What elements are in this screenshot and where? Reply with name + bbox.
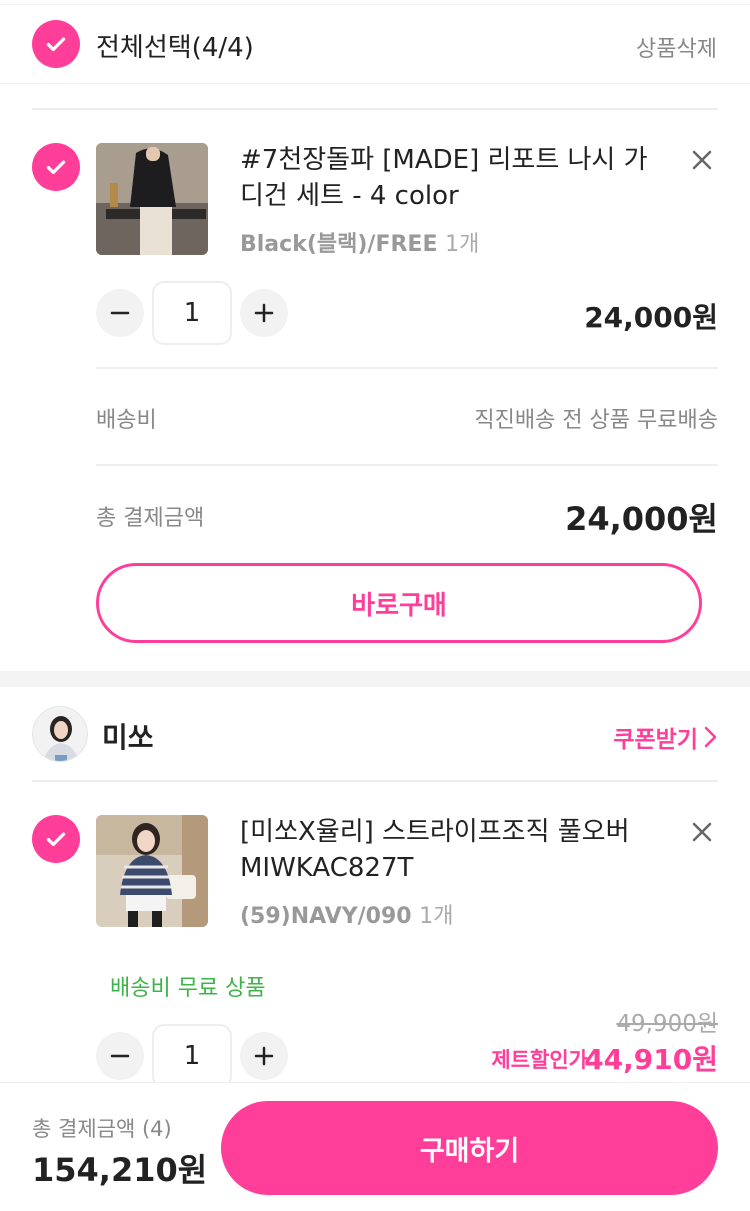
check-icon	[46, 160, 66, 175]
product-photo	[96, 143, 208, 255]
product-thumbnail[interactable]	[96, 143, 208, 255]
quantity-field[interactable]: 1	[152, 1024, 232, 1088]
select-all-bar: 전체선택(4/4) 상품삭제	[0, 4, 750, 84]
check-icon	[46, 37, 66, 52]
quantity-increase-button[interactable]	[240, 1032, 288, 1080]
close-icon[interactable]	[686, 144, 718, 176]
item-checkbox[interactable]	[32, 815, 80, 863]
grand-total-value: 154,210원	[32, 1151, 208, 1189]
close-icon[interactable]	[686, 816, 718, 848]
total-label: 총 결제금액	[96, 506, 205, 531]
option-text: (59)NAVY/090	[240, 904, 412, 929]
total-value: 24,000원	[565, 500, 718, 538]
product-title[interactable]: [미쏘X율리] 스트라이프조직 풀오버 MIWKAC827T	[240, 814, 660, 886]
select-all-checkbox[interactable]	[32, 20, 80, 68]
divider	[96, 367, 718, 369]
section-separator	[0, 671, 750, 687]
divider	[96, 464, 718, 466]
minus-icon	[110, 1054, 130, 1058]
quantity-decrease-button[interactable]	[96, 289, 144, 337]
quantity-field[interactable]: 1	[152, 281, 232, 345]
buy-now-button[interactable]: 바로구매	[96, 563, 702, 643]
option-text: Black(블랙)/FREE	[240, 232, 438, 257]
chevron-right-icon	[704, 726, 717, 748]
quantity-increase-button[interactable]	[240, 289, 288, 337]
coupon-button[interactable]: 쿠폰받기	[613, 720, 718, 754]
discount-price: 44,910원	[584, 1043, 718, 1076]
plus-icon	[254, 1046, 274, 1066]
seller-avatar-image	[33, 707, 87, 761]
product-title[interactable]: #7천장돌파 [MADE] 리포트 나시 가디건 세트 - 4 color	[240, 142, 660, 214]
purchase-button[interactable]: 구매하기	[221, 1101, 718, 1195]
delete-items-button[interactable]: 상품삭제	[636, 31, 717, 63]
product-photo	[96, 815, 208, 927]
shipping-value: 직진배송 전 상품 무료배송	[474, 408, 718, 433]
quantity-decrease-button[interactable]	[96, 1032, 144, 1080]
divider	[32, 108, 718, 110]
product-option: (59)NAVY/090 1개	[240, 898, 454, 930]
product-thumbnail[interactable]	[96, 815, 208, 927]
checkout-bar: 총 결제금액 (4) 154,210원 구매하기	[0, 1082, 750, 1211]
option-count: 1개	[445, 232, 480, 257]
seller-name[interactable]: 미쏘	[102, 716, 154, 756]
plus-icon	[254, 303, 274, 323]
item-price: 24,000원	[584, 301, 718, 334]
option-count: 1개	[419, 904, 454, 929]
product-option: Black(블랙)/FREE 1개	[240, 226, 479, 258]
minus-icon	[110, 311, 130, 315]
original-price: 49,900원	[616, 1011, 718, 1037]
divider	[32, 780, 718, 782]
discount-label: 제트할인가	[491, 1048, 588, 1072]
free-shipping-badge: 배송비 무료 상품	[110, 976, 266, 1001]
select-all-label: 전체선택(4/4)	[96, 33, 254, 63]
avatar[interactable]	[32, 706, 88, 762]
check-icon	[46, 832, 66, 847]
grand-total-label: 총 결제금액 (4)	[32, 1117, 172, 1141]
item-checkbox[interactable]	[32, 143, 80, 191]
shipping-label: 배송비	[96, 408, 157, 433]
coupon-label: 쿠폰받기	[613, 727, 698, 753]
